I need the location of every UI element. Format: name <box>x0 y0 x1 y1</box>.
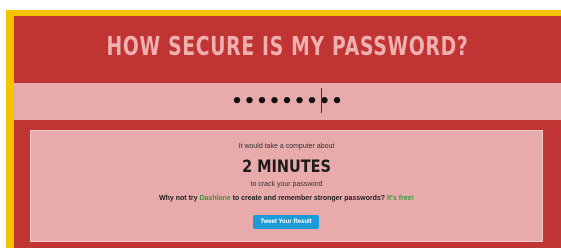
password-checker-card: HOW SECURE IS MY PASSWORD? It would take… <box>14 16 561 248</box>
password-field-band <box>14 83 561 120</box>
page-title: HOW SECURE IS MY PASSWORD? <box>106 32 469 62</box>
text-caret <box>321 88 322 113</box>
its-free-link[interactable]: It's free! <box>387 195 414 202</box>
result-suffix: to crack your password <box>250 181 323 188</box>
crack-time: 2 MINUTES <box>242 157 331 177</box>
result-panel: It would take a computer about 2 MINUTES… <box>30 130 543 242</box>
suggestion-text: Why not try Dashlane to create and remem… <box>31 195 542 202</box>
suggestion-before: Why not try <box>159 195 198 202</box>
suggestion-middle: to create and remember stronger password… <box>232 195 386 202</box>
tweet-result-button[interactable]: Tweet Your Result <box>253 215 319 229</box>
dashlane-link[interactable]: Dashlane <box>199 195 230 202</box>
password-input[interactable] <box>14 83 561 120</box>
result-intro: It would take a computer about <box>238 143 335 150</box>
